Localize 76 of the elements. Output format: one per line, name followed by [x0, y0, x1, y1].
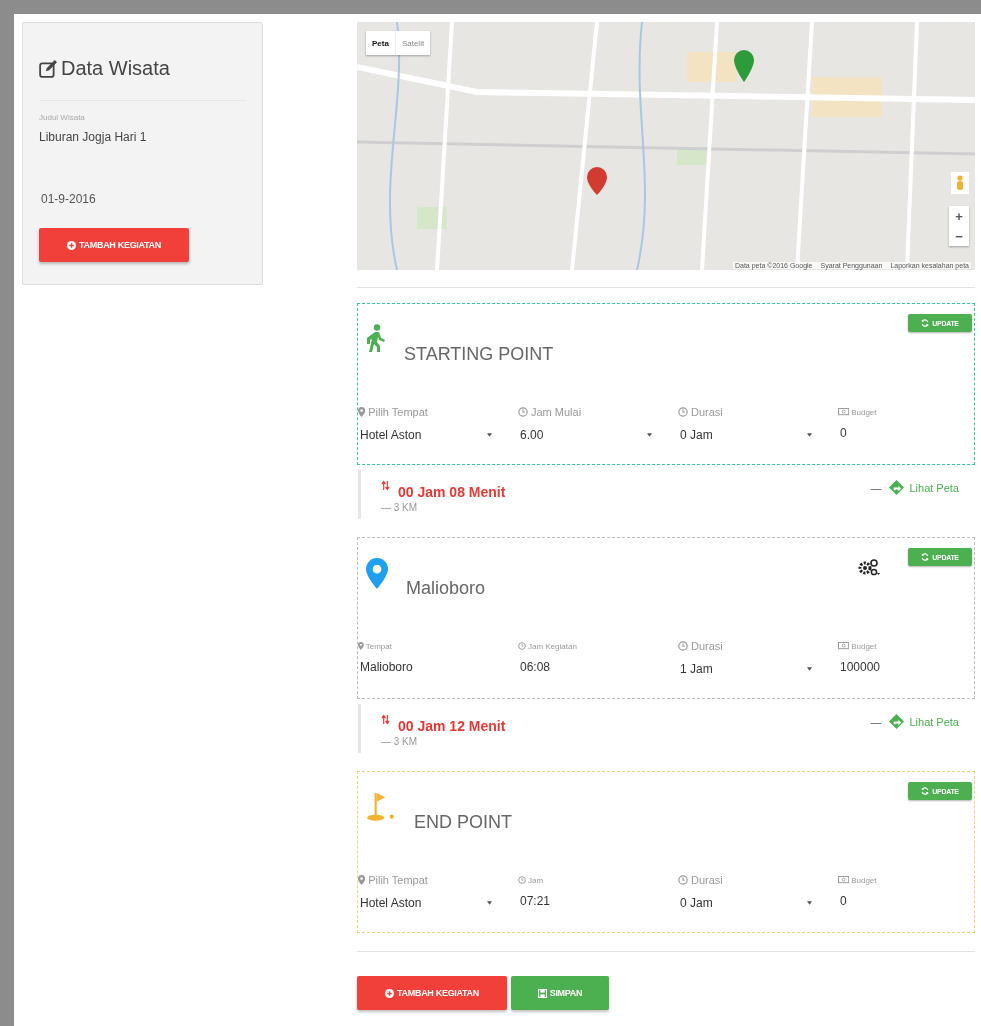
edit-icon: [39, 59, 57, 78]
field-label: Judul Wisata: [39, 113, 85, 122]
field-value: 0: [839, 893, 848, 910]
settings-icon: [858, 558, 880, 576]
select-field[interactable]: Hotel Aston: [358, 888, 494, 914]
separator-dash: —: [870, 481, 882, 494]
clock-icon: [678, 407, 688, 417]
trip-title: Liburan Jogja Hari 1: [39, 130, 147, 144]
separator-dash: —: [870, 715, 882, 728]
refresh-icon: [921, 787, 930, 795]
field-value: Malioboro: [359, 659, 414, 676]
field-value: 07:21: [519, 893, 552, 910]
select-field[interactable]: Hotel Aston: [358, 420, 494, 446]
up-down-arrows-icon: [381, 714, 390, 725]
field-label: Jam: [528, 875, 544, 885]
field-label: Tempat: [365, 641, 392, 651]
clock-icon: [518, 407, 528, 417]
zoom-in-button[interactable]: +: [949, 206, 969, 226]
travel-distance: — 3 KM: [381, 736, 419, 747]
zoom-out-button[interactable]: −: [949, 226, 969, 246]
directions-icon: [889, 714, 905, 729]
clock-icon: [678, 875, 688, 885]
field-label: Budget: [851, 407, 877, 417]
add-activity-button[interactable]: TAMBAH KEGIATAN: [357, 976, 507, 1010]
caret-icon: [807, 901, 812, 905]
plus-circle-icon: [67, 240, 76, 250]
trip-date: 01-9-2016: [40, 192, 96, 206]
golf-flag-icon: [366, 792, 396, 822]
field-label: Durasi: [691, 640, 723, 652]
select-field[interactable]: 0 Jam: [678, 888, 814, 914]
travel-distance: — 3 KM: [381, 502, 419, 513]
up-down-arrows-icon: [381, 480, 390, 491]
map-pin-icon: [366, 558, 388, 589]
clock-icon: [678, 641, 688, 651]
section-title: Data Wisata: [61, 57, 170, 80]
field-value: 100000: [839, 659, 882, 676]
money-icon: [838, 642, 850, 650]
travel-duration: 00 Jam 12 Menit: [398, 718, 506, 734]
caret-icon: [647, 433, 652, 437]
field-label: Jam Mulai: [531, 406, 582, 418]
walking-person-icon: [366, 324, 386, 352]
pin-icon: [358, 875, 366, 885]
caret-icon: [807, 667, 812, 671]
caret-icon: [807, 433, 812, 437]
select-field[interactable]: 1 Jam: [678, 654, 814, 680]
stop-title: Malioboro: [406, 578, 486, 599]
settings-button[interactable]: [858, 558, 880, 576]
field-label: Durasi: [691, 874, 723, 886]
money-icon: [838, 408, 850, 416]
select-field[interactable]: 0 Jam: [678, 420, 814, 446]
plus-circle-icon: [385, 988, 394, 998]
refresh-icon: [921, 319, 930, 327]
money-icon: [838, 876, 850, 884]
caret-icon: [487, 901, 492, 905]
field-label: Jam Kegiatan: [528, 641, 577, 651]
add-activity-button[interactable]: TAMBAH KEGIATAN: [39, 228, 189, 262]
map-type-tab[interactable]: Satelit: [395, 31, 431, 55]
pin-icon: [358, 642, 364, 650]
clock-icon: [518, 642, 526, 650]
stop-title: END POINT: [414, 812, 512, 833]
clock-icon: [518, 876, 526, 884]
field-label: Pilih Tempat: [368, 874, 428, 886]
field-label: Budget: [851, 875, 877, 885]
stop-title: STARTING POINT: [404, 344, 554, 365]
field-value: 0: [839, 425, 848, 442]
caret-icon: [487, 433, 492, 437]
field-label: Durasi: [691, 406, 723, 418]
map-type-tab[interactable]: Peta: [366, 31, 396, 55]
field-label: Budget: [851, 641, 877, 651]
field-label: Pilih Tempat: [368, 406, 428, 418]
refresh-icon: [921, 553, 930, 561]
directions-icon: [889, 480, 905, 495]
travel-duration: 00 Jam 08 Menit: [398, 484, 506, 500]
select-field[interactable]: 6.00: [518, 420, 654, 446]
pin-icon: [358, 407, 366, 417]
field-value: 06:08: [519, 659, 552, 676]
